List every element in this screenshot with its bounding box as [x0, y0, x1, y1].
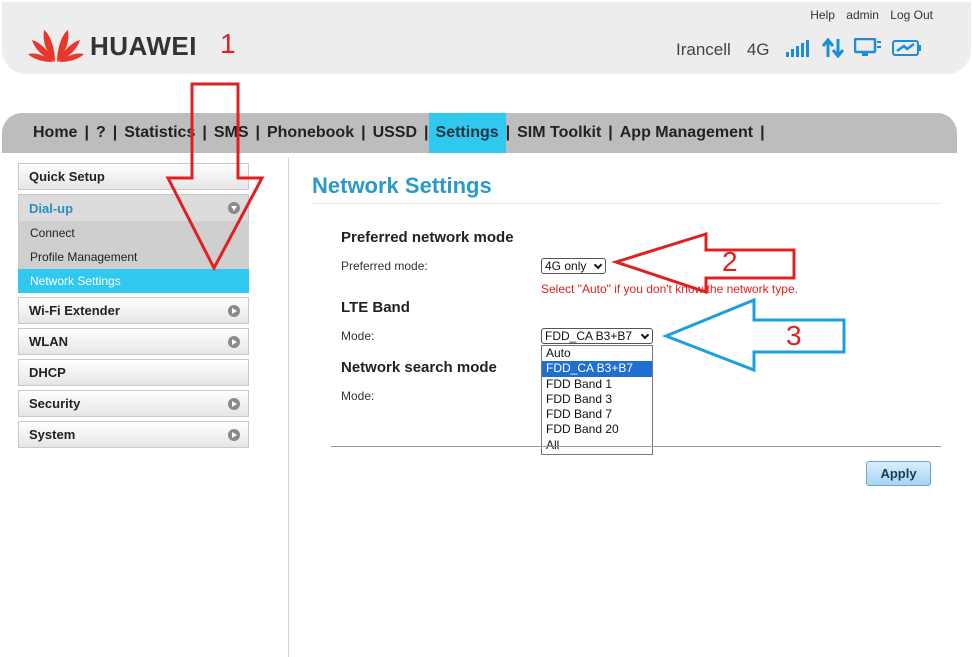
expand-arrow-icon — [228, 429, 240, 441]
sidebar-item-network-settings[interactable]: Network Settings — [18, 269, 249, 293]
menu-ussd[interactable]: USSD — [366, 113, 424, 153]
preferred-mode-heading: Preferred network mode — [341, 229, 514, 246]
network-type: 4G — [746, 40, 770, 59]
network-search-heading: Network search mode — [341, 359, 497, 376]
data-transfer-icon — [821, 37, 844, 63]
operator-name: Irancell — [676, 40, 731, 59]
signal-strength-icon — [785, 39, 812, 62]
sidebar-wifi-extender[interactable]: Wi-Fi Extender — [18, 297, 249, 324]
lte-band-heading: LTE Band — [341, 299, 410, 316]
battery-icon — [891, 39, 922, 62]
admin-link[interactable]: admin — [846, 8, 879, 22]
menu-sms[interactable]: SMS — [207, 113, 256, 153]
status-bar: Irancell 4G — [676, 37, 932, 63]
sidebar-quick-setup[interactable]: Quick Setup — [18, 163, 249, 190]
lte-option-auto[interactable]: Auto — [542, 346, 652, 361]
expand-arrow-icon — [228, 398, 240, 410]
sidebar-dhcp[interactable]: DHCP — [18, 359, 249, 386]
sidebar-item-label: Quick Setup — [29, 169, 105, 184]
preferred-mode-label: Preferred mode: — [341, 259, 428, 273]
preferred-mode-select[interactable]: 4G only — [541, 258, 606, 274]
lte-option-fdd-ca-b3-b7[interactable]: FDD_CA B3+B7 — [542, 361, 652, 377]
lte-option-fdd-band-1[interactable]: FDD Band 1 — [542, 377, 652, 392]
dialup-submenu: Connect Profile Management Network Setti… — [18, 221, 249, 293]
huawei-flower-icon — [28, 30, 84, 62]
network-search-label: Mode: — [341, 389, 375, 403]
sidebar-security[interactable]: Security — [18, 390, 249, 417]
preferred-mode-value: 4G only — [545, 259, 587, 273]
menu-app-management[interactable]: App Management — [613, 113, 760, 153]
lte-band-select[interactable]: FDD_CA B3+B7 — [541, 328, 653, 344]
sidebar-item-label: Wi-Fi Extender — [29, 303, 120, 318]
top-links: Help admin Log Out — [802, 8, 933, 22]
sidebar-system[interactable]: System — [18, 421, 249, 448]
expand-arrow-icon — [228, 336, 240, 348]
page-title: Network Settings — [312, 173, 492, 198]
menu-home[interactable]: Home — [26, 113, 84, 153]
pc-connected-icon — [853, 37, 882, 63]
sidebar-item-label: Security — [29, 396, 81, 411]
help-link[interactable]: Help — [810, 8, 835, 22]
sidebar-item-label: WLAN — [29, 334, 68, 349]
huawei-logo: HUAWEI — [28, 24, 208, 64]
annotation-number-2: 2 — [722, 246, 738, 277]
menu-separator: | — [760, 124, 765, 141]
menu-help[interactable]: ? — [89, 113, 113, 153]
lte-band-dropdown: Auto FDD_CA B3+B7 FDD Band 1 FDD Band 3 … — [541, 345, 653, 455]
lte-mode-label: Mode: — [341, 329, 375, 343]
lte-option-fdd-band-20[interactable]: FDD Band 20 — [542, 422, 652, 437]
header: HUAWEI Help admin Log Out Irancell 4G — [2, 2, 971, 74]
sidebar-item-profile-management[interactable]: Profile Management — [18, 245, 249, 269]
brand-name: HUAWEI — [90, 31, 197, 61]
sidebar-dialup[interactable]: Dial-up — [18, 194, 249, 221]
menu-settings[interactable]: Settings — [428, 113, 506, 153]
main-menu: Home | ? | Statistics | SMS | Phonebook … — [2, 113, 957, 153]
sidebar-item-label: DHCP — [29, 365, 66, 380]
apply-button[interactable]: Apply — [866, 461, 931, 486]
menu-statistics[interactable]: Statistics — [117, 113, 202, 153]
lte-band-value: FDD_CA B3+B7 — [545, 329, 633, 343]
logout-link[interactable]: Log Out — [890, 8, 933, 22]
lte-option-fdd-band-7[interactable]: FDD Band 7 — [542, 407, 652, 422]
content-divider — [288, 158, 289, 657]
annotation-number-1: 1 — [220, 28, 236, 59]
menu-sim-toolkit[interactable]: SIM Toolkit — [510, 113, 608, 153]
annotation-number-3: 3 — [786, 320, 802, 351]
lte-option-fdd-band-3[interactable]: FDD Band 3 — [542, 392, 652, 407]
sidebar-item-connect[interactable]: Connect — [18, 221, 249, 245]
form-bottom-divider — [331, 446, 941, 447]
sidebar-wlan[interactable]: WLAN — [18, 328, 249, 355]
chevron-down-icon — [640, 330, 650, 340]
collapse-arrow-icon — [228, 202, 240, 214]
preferred-mode-hint: Select "Auto" if you don't know the netw… — [541, 282, 798, 296]
annotation-arrow-3-icon — [661, 297, 846, 373]
title-divider — [312, 203, 940, 204]
sidebar-item-label: Dial-up — [29, 200, 74, 216]
sidebar: Quick Setup Dial-up Connect Profile Mana… — [18, 163, 249, 452]
expand-arrow-icon — [228, 305, 240, 317]
sidebar-item-label: System — [29, 427, 76, 442]
chevron-down-icon — [593, 260, 603, 270]
menu-phonebook[interactable]: Phonebook — [260, 113, 361, 153]
